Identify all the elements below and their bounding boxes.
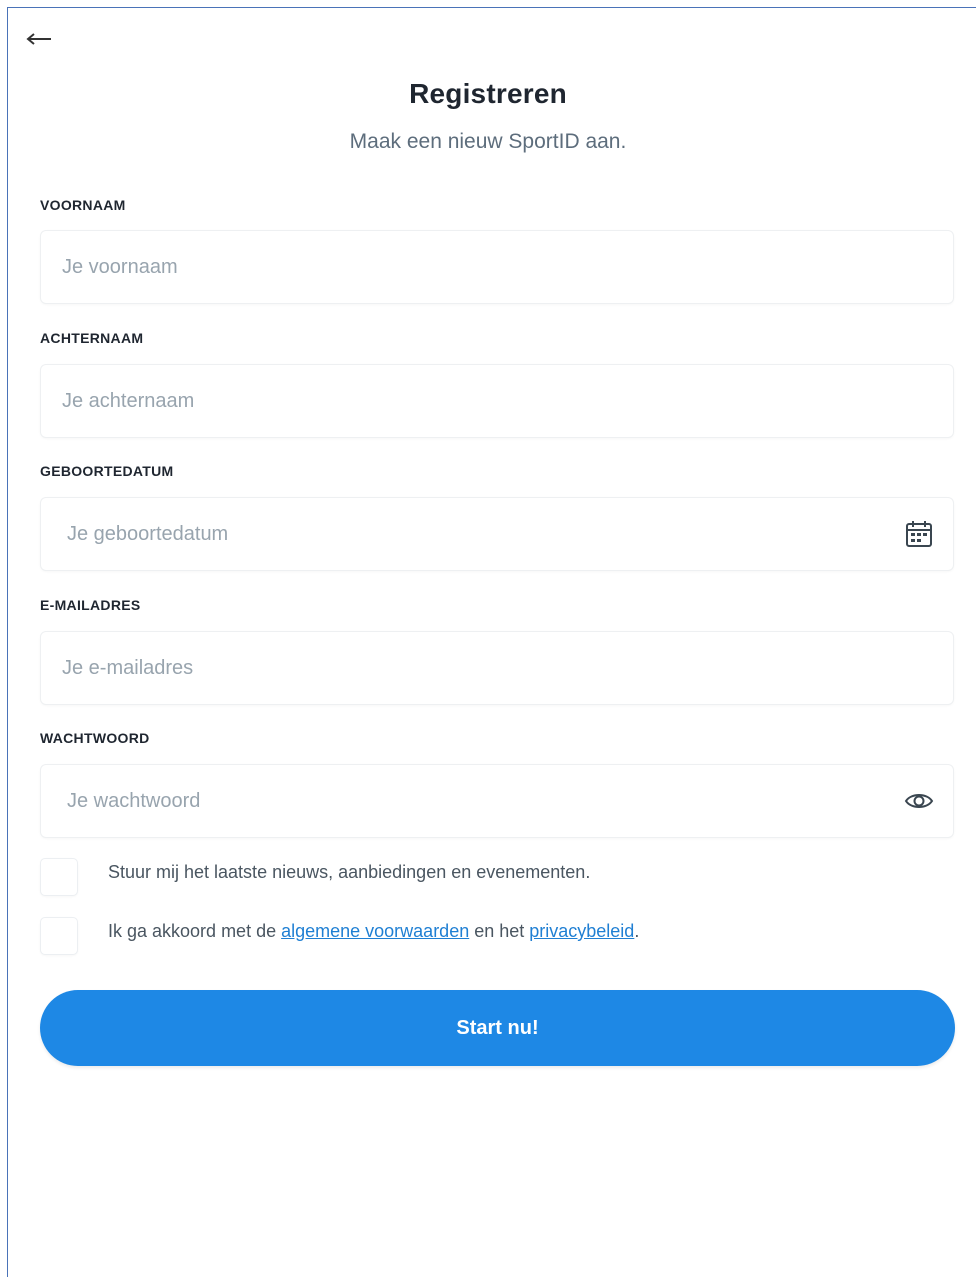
terms-label: Ik ga akkoord met de algemene voorwaarde…	[108, 921, 639, 942]
birthdate-label: GEBOORTEDATUM	[40, 463, 174, 479]
page-title: Registreren	[409, 78, 567, 109]
email-field-box	[40, 631, 954, 705]
password-input[interactable]	[41, 765, 953, 837]
toggle-password-button[interactable]	[903, 785, 935, 817]
terms-link[interactable]: algemene voorwaarden	[281, 921, 469, 941]
first-name-label: VOORNAAM	[40, 197, 126, 213]
email-input[interactable]	[41, 632, 953, 704]
terms-suffix: .	[634, 921, 640, 941]
password-field-box	[40, 764, 954, 838]
page-subtitle: Maak een nieuw SportID aan.	[349, 130, 627, 153]
birthdate-input[interactable]	[41, 498, 953, 570]
email-label: E-MAILADRES	[40, 597, 141, 613]
calendar-button[interactable]	[903, 518, 935, 550]
calendar-icon	[906, 521, 932, 547]
terms-row: Ik ga akkoord met de algemene voorwaarde…	[40, 917, 954, 957]
start-button[interactable]: Start nu!	[40, 990, 955, 1066]
back-button[interactable]	[24, 28, 54, 50]
terms-prefix: Ik ga akkoord met de	[108, 921, 282, 941]
arrow-left-icon	[26, 33, 51, 45]
last-name-label: ACHTERNAAM	[40, 330, 144, 346]
last-name-input[interactable]	[41, 365, 953, 437]
privacy-link[interactable]: privacybeleid	[529, 921, 634, 941]
newsletter-label: Stuur mij het laatste nieuws, aanbieding…	[108, 862, 591, 882]
newsletter-checkbox[interactable]	[40, 858, 78, 896]
terms-checkbox[interactable]	[40, 917, 78, 955]
last-name-field-box	[40, 364, 954, 438]
first-name-input[interactable]	[41, 231, 953, 303]
birthdate-field-box	[40, 497, 954, 571]
password-label: WACHTWOORD	[40, 730, 150, 746]
first-name-field-box	[40, 230, 954, 304]
newsletter-row: Stuur mij het laatste nieuws, aanbieding…	[40, 858, 954, 898]
terms-middle: en het	[469, 921, 530, 941]
eye-icon	[904, 794, 934, 808]
